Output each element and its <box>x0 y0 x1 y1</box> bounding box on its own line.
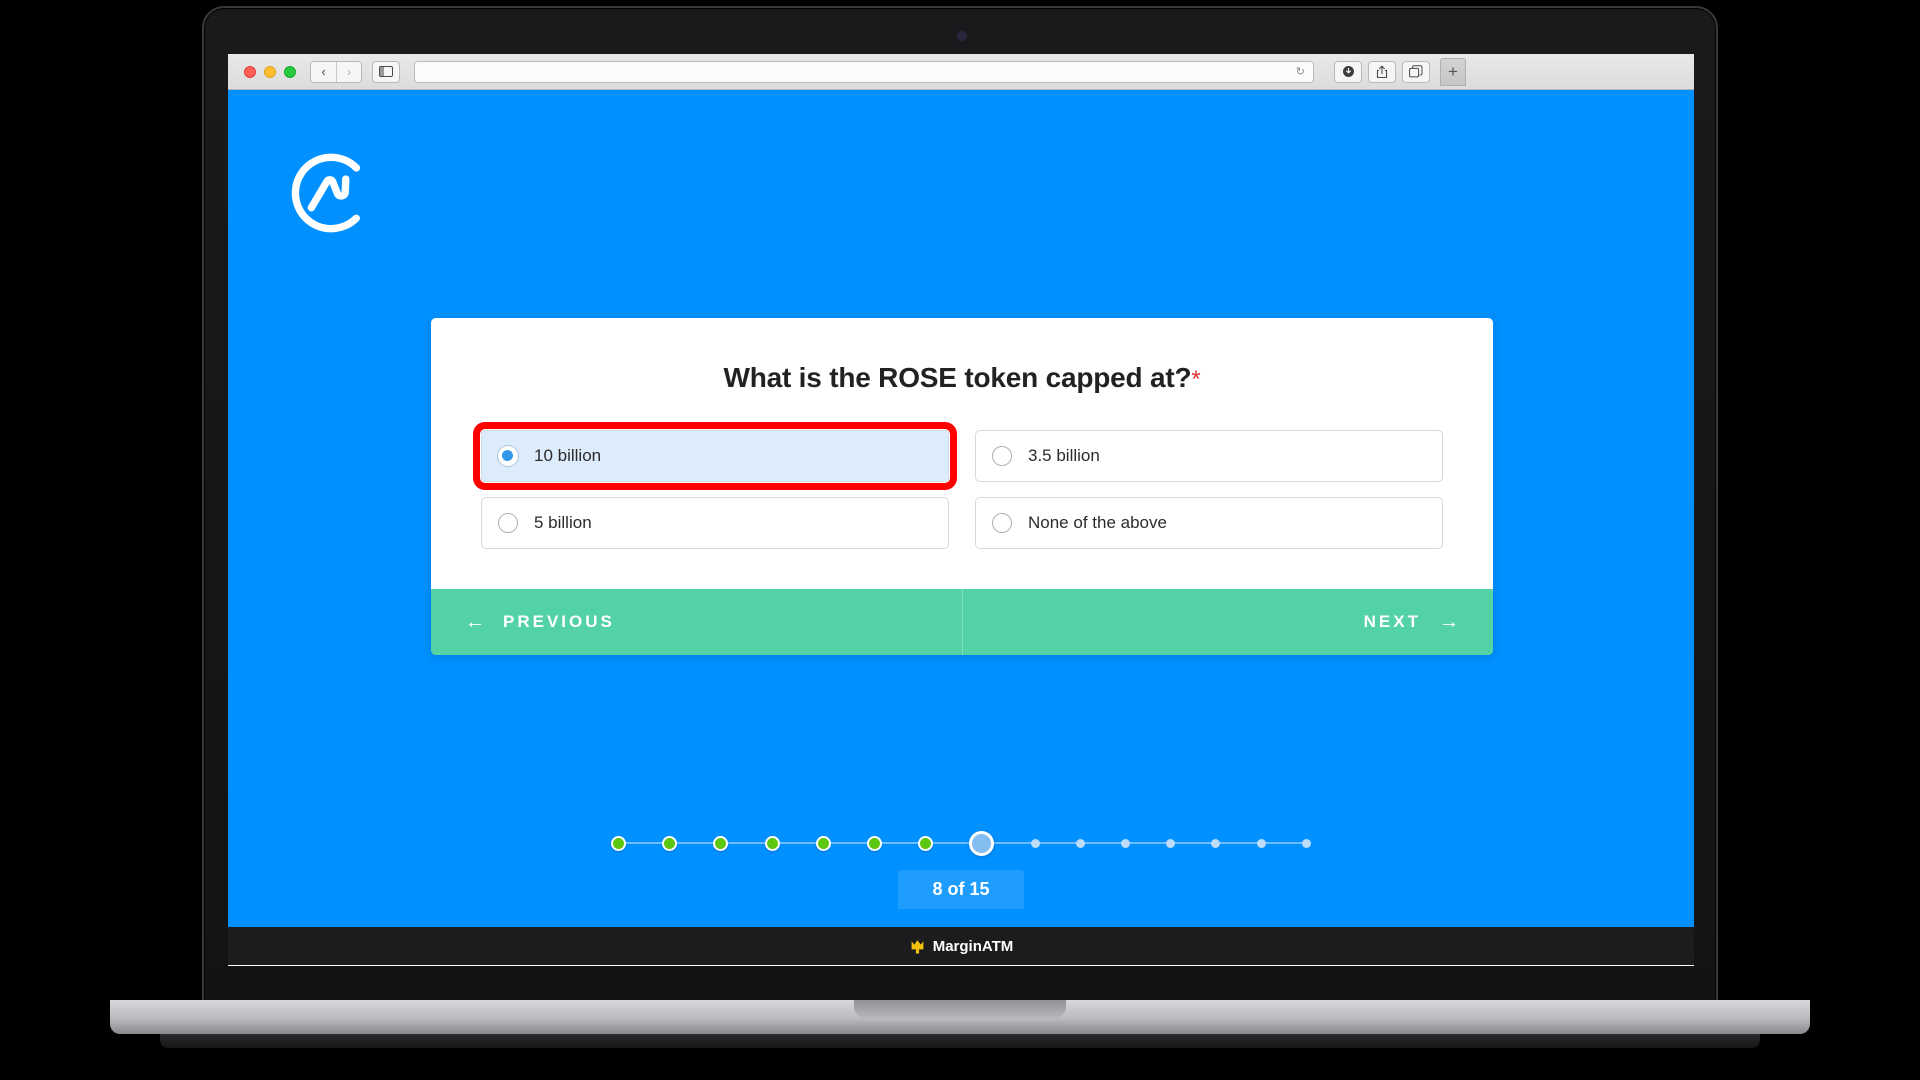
arrow-right-icon: → <box>1439 610 1459 633</box>
question-title: What is the ROSE token capped at?* <box>481 362 1443 394</box>
downloads-icon[interactable] <box>1334 60 1362 83</box>
progress-step-1[interactable] <box>611 835 626 851</box>
browser-window: ‹ › ↻ + What is the ROSE token capped at… <box>228 54 1694 966</box>
laptop-notch <box>854 1000 1066 1018</box>
crown-icon <box>911 939 924 953</box>
progress-step-11[interactable] <box>1121 838 1131 848</box>
progress-section: 8 of 15 <box>228 830 1694 909</box>
progress-step-15[interactable] <box>1301 838 1311 848</box>
option-label: 5 billion <box>534 513 592 532</box>
maximize-window-button[interactable] <box>284 65 296 78</box>
navigation-buttons: ‹ › <box>310 60 362 83</box>
option-5-billion[interactable]: 5 billion <box>481 497 949 549</box>
progress-rail <box>611 830 1311 856</box>
minimize-window-button[interactable] <box>264 65 276 78</box>
share-glyph <box>1376 64 1388 78</box>
laptop-lid: ‹ › ↻ + What is the ROSE token capped at… <box>202 6 1718 1006</box>
arrow-left-icon: ← <box>465 610 485 633</box>
progress-label: 8 of 15 <box>898 870 1024 909</box>
laptop-screen: ‹ › ↻ + What is the ROSE token capped at… <box>228 54 1694 966</box>
new-tab-button[interactable]: + <box>1440 57 1466 86</box>
radio-icon-10-billion[interactable] <box>498 446 518 466</box>
previous-button-label: PREVIOUS <box>503 612 615 631</box>
tabs-overview-icon[interactable] <box>1402 60 1430 83</box>
coinmarketcap-logo <box>290 152 372 234</box>
progress-step-3[interactable] <box>713 835 729 851</box>
close-window-button[interactable] <box>244 65 256 78</box>
option-10-billion[interactable]: 10 billion <box>473 422 957 490</box>
radio-icon-5-billion[interactable] <box>498 513 518 533</box>
address-bar[interactable]: ↻ <box>414 60 1314 83</box>
previous-button[interactable]: ← PREVIOUS <box>431 589 963 655</box>
forward-button[interactable]: › <box>336 61 361 82</box>
coinmarketcap-glyph <box>291 153 361 233</box>
progress-step-8-current[interactable] <box>969 830 995 856</box>
progress-step-7[interactable] <box>918 835 934 851</box>
progress-step-6[interactable] <box>867 835 883 851</box>
sidebar-icon[interactable] <box>372 60 400 83</box>
quiz-navigation: ← PREVIOUS NEXT → <box>431 589 1493 655</box>
progress-step-13[interactable] <box>1211 838 1221 848</box>
watermark: MarginATM <box>228 927 1694 965</box>
quiz-card: What is the ROSE token capped at?* 10 bi… <box>431 318 1493 655</box>
reload-icon[interactable]: ↻ <box>1296 65 1305 78</box>
progress-step-5[interactable] <box>815 835 831 851</box>
option-label: 10 billion <box>534 446 602 465</box>
option-3-5-billion[interactable]: 3.5 billion <box>975 430 1443 482</box>
progress-step-2[interactable] <box>662 835 678 851</box>
toolbar-right-group: + <box>1328 57 1466 86</box>
progress-step-12[interactable] <box>1166 838 1176 848</box>
tabs-glyph <box>1409 65 1423 78</box>
next-button-label: NEXT <box>1363 612 1421 631</box>
radio-icon-3-5-billion[interactable] <box>992 446 1012 466</box>
answer-options: 10 billion 3.5 billion 5 billion None of… <box>473 422 1443 549</box>
laptop-mockup: ‹ › ↻ + What is the ROSE token capped at… <box>202 6 1718 1006</box>
option-none-of-the-above[interactable]: None of the above <box>975 497 1443 549</box>
quiz-body: What is the ROSE token capped at?* 10 bi… <box>431 318 1493 589</box>
next-button[interactable]: NEXT → <box>962 589 1493 655</box>
progress-step-14[interactable] <box>1256 838 1266 848</box>
progress-step-10[interactable] <box>1075 838 1085 848</box>
browser-toolbar: ‹ › ↻ + <box>228 54 1694 90</box>
option-label: 3.5 billion <box>1028 446 1100 465</box>
share-icon[interactable] <box>1368 60 1396 83</box>
option-label: None of the above <box>1028 513 1167 532</box>
webcam-icon <box>958 32 966 40</box>
progress-step-4[interactable] <box>764 835 780 851</box>
laptop-foot <box>160 1034 1760 1048</box>
required-asterisk: * <box>1191 366 1201 393</box>
radio-icon-none-of-the-above[interactable] <box>992 513 1012 533</box>
sidebar-glyph <box>379 66 393 77</box>
watermark-text: MarginATM <box>932 937 1014 955</box>
question-text: What is the ROSE token capped at? <box>723 362 1192 393</box>
back-button[interactable]: ‹ <box>311 61 336 82</box>
laptop-base <box>110 1000 1810 1034</box>
progress-step-9[interactable] <box>1030 838 1040 848</box>
quiz-page: What is the ROSE token capped at?* 10 bi… <box>228 90 1694 965</box>
window-controls <box>244 65 296 78</box>
downloads-glyph <box>1342 66 1354 77</box>
